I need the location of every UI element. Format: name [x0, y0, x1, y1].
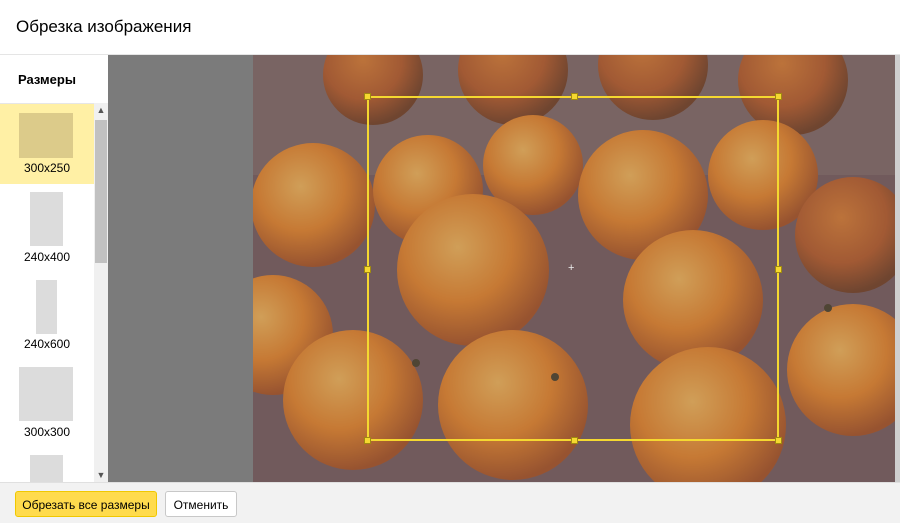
crop-frame[interactable]: + — [364, 93, 782, 444]
size-list-scrollbar[interactable]: ▲ ▼ — [94, 103, 108, 482]
crop-handle-left[interactable] — [364, 266, 371, 273]
size-label: 300x300 — [23, 425, 71, 439]
dialog-title: Обрезка изображения — [16, 17, 192, 36]
size-item-partial[interactable] — [0, 450, 94, 483]
crop-handle-bottom-right[interactable] — [775, 437, 782, 444]
crop-all-button[interactable]: Обрезать все размеры — [15, 491, 157, 517]
crop-handle-top-right[interactable] — [775, 93, 782, 100]
size-thumbnail — [36, 280, 57, 334]
size-label: 240x400 — [23, 250, 71, 264]
sizes-sidebar: Размеры 300x250 240x400 240x600 300x300 … — [0, 55, 108, 483]
crop-handle-top[interactable] — [571, 93, 578, 100]
sizes-title: Размеры — [18, 72, 76, 87]
crop-stage: + — [108, 55, 900, 482]
crosshair-icon: + — [568, 262, 575, 274]
size-item-240x400[interactable]: 240x400 — [0, 184, 94, 264]
scrollbar-thumb[interactable] — [95, 120, 107, 263]
size-thumbnail — [19, 367, 73, 421]
size-label: 300x250 — [23, 161, 71, 175]
size-thumbnail — [30, 455, 63, 483]
crop-handle-right[interactable] — [775, 266, 782, 273]
stage-scrollbar[interactable] — [895, 55, 900, 482]
crop-handle-top-left[interactable] — [364, 93, 371, 100]
crop-handle-bottom[interactable] — [571, 437, 578, 444]
crop-handle-bottom-left[interactable] — [364, 437, 371, 444]
dialog-footer: Обрезать все размеры Отменить — [0, 482, 900, 523]
size-item-300x300[interactable]: 300x300 — [0, 362, 94, 442]
size-label: 240x600 — [23, 337, 71, 351]
size-list: 300x250 240x400 240x600 300x300 — [0, 103, 94, 483]
size-item-240x600[interactable]: 240x600 — [0, 274, 94, 354]
chevron-up-icon[interactable]: ▲ — [94, 103, 108, 117]
cancel-button[interactable]: Отменить — [165, 491, 237, 517]
size-item-300x250[interactable]: 300x250 — [0, 104, 94, 184]
size-thumbnail — [19, 113, 73, 158]
chevron-down-icon[interactable]: ▼ — [94, 468, 108, 482]
size-thumbnail — [30, 192, 63, 246]
dialog-header: Обрезка изображения — [0, 0, 900, 55]
